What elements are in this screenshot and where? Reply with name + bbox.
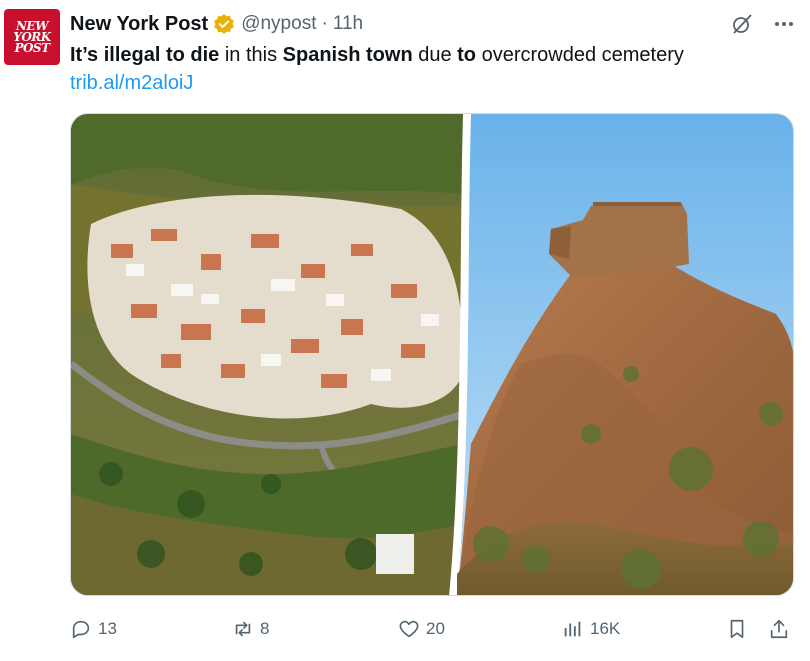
repost-button[interactable]: 8 xyxy=(232,613,269,645)
more-icon[interactable] xyxy=(772,12,796,36)
separator-dot: · xyxy=(321,13,328,34)
views-count: 16K xyxy=(590,619,621,638)
display-name[interactable]: New York Post xyxy=(70,13,208,36)
like-button[interactable]: 20 xyxy=(398,613,445,645)
tweet-link[interactable]: trib.al/m2aloiJ xyxy=(70,70,193,96)
repost-icon xyxy=(232,618,254,640)
bookmark-button[interactable] xyxy=(726,613,748,645)
views-icon xyxy=(562,618,584,640)
reply-icon xyxy=(70,618,92,640)
tweet-header: New York Post @nypost · 11h xyxy=(70,12,363,36)
grok-icon[interactable] xyxy=(730,12,754,36)
tweet-media[interactable] xyxy=(70,113,794,596)
tweet-text: It’s illegal to die in this Spanish town… xyxy=(70,42,790,68)
handle[interactable]: @nypost xyxy=(241,13,316,35)
heart-icon xyxy=(398,618,420,640)
reply-button[interactable]: 13 xyxy=(70,613,117,645)
top-actions xyxy=(730,12,796,36)
bookmark-icon xyxy=(726,618,748,640)
text-segment: Spanish town xyxy=(282,44,413,66)
like-count: 20 xyxy=(426,619,445,638)
text-segment: to xyxy=(457,44,477,66)
text-segment: due xyxy=(412,44,458,66)
text-segment: overcrowded cemetery xyxy=(476,44,684,66)
text-segment: It’s illegal to die xyxy=(70,44,220,66)
repost-count: 8 xyxy=(260,619,270,638)
tweet-actions: 13 8 20 16K xyxy=(70,613,794,645)
town-aerial-photo xyxy=(71,114,465,595)
text-segment: in this xyxy=(219,44,283,66)
share-button[interactable] xyxy=(768,613,790,645)
verified-badge-icon[interactable] xyxy=(213,13,235,35)
avatar-line-3: POST xyxy=(14,40,50,55)
media-collage xyxy=(71,114,793,595)
castle-rock-photo xyxy=(457,114,793,595)
timestamp[interactable]: 11h xyxy=(333,13,363,35)
avatar[interactable]: NEW YORK POST xyxy=(4,9,60,65)
views-button[interactable]: 16K xyxy=(562,613,620,645)
reply-count: 13 xyxy=(98,619,117,638)
share-icon xyxy=(768,618,790,640)
